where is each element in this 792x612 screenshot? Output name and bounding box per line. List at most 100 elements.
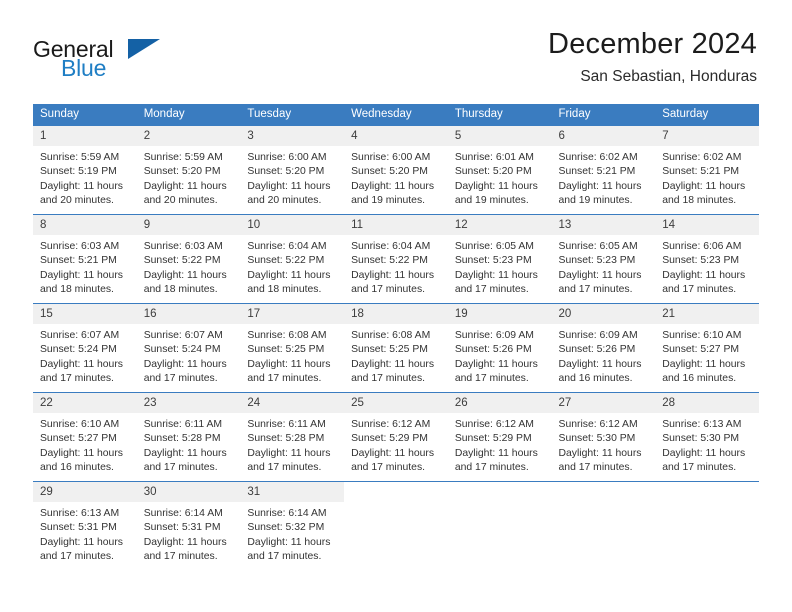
sunset-text: Sunset: 5:19 PM — [40, 166, 117, 178]
day-cell[interactable]: 15 Sunrise: 6:07 AM Sunset: 5:24 PM Dayl… — [33, 303, 137, 393]
day-cell[interactable]: 24 Sunrise: 6:11 AM Sunset: 5:28 PM Dayl… — [240, 392, 345, 482]
daylight-text-line1: Daylight: 11 hours — [247, 269, 331, 281]
day-details: Sunrise: 6:13 AM Sunset: 5:30 PM Dayligh… — [655, 413, 759, 476]
sunrise-text: Sunrise: 6:02 AM — [558, 152, 638, 163]
day-number — [447, 482, 552, 502]
daylight-text-line1: Daylight: 11 hours — [40, 180, 123, 192]
day-number: 16 — [136, 304, 241, 324]
sunrise-text: Sunrise: 6:04 AM — [247, 241, 327, 252]
sunset-text: Sunset: 5:23 PM — [662, 255, 740, 267]
sunset-text: Sunset: 5:29 PM — [454, 433, 532, 445]
daylight-text-line2: and 17 minutes. — [662, 462, 737, 474]
day-cell[interactable]: 16 Sunrise: 6:07 AM Sunset: 5:24 PM Dayl… — [136, 303, 241, 393]
weekday-header-wednesday: Wednesday — [344, 104, 448, 126]
day-number: 31 — [240, 482, 345, 502]
day-cell[interactable]: 10 Sunrise: 6:04 AM Sunset: 5:22 PM Dayl… — [240, 214, 345, 304]
day-cell[interactable]: 30 Sunrise: 6:14 AM Sunset: 5:31 PM Dayl… — [136, 481, 241, 570]
daylight-text-line1: Daylight: 11 hours — [143, 447, 227, 459]
sunset-text: Sunset: 5:25 PM — [351, 344, 428, 356]
day-number: 8 — [33, 215, 137, 235]
sunrise-text: Sunrise: 6:13 AM — [662, 419, 742, 430]
day-cell[interactable]: 22 Sunrise: 6:10 AM Sunset: 5:27 PM Dayl… — [33, 392, 137, 482]
sunset-text: Sunset: 5:20 PM — [247, 166, 325, 178]
sunrise-text: Sunrise: 5:59 AM — [40, 152, 120, 163]
brand-logo[interactable]: General Blue — [33, 36, 233, 86]
day-cell[interactable]: 14 Sunrise: 6:06 AM Sunset: 5:23 PM Dayl… — [655, 214, 759, 304]
day-cell[interactable]: 31 Sunrise: 6:14 AM Sunset: 5:32 PM Dayl… — [240, 481, 345, 570]
day-cell[interactable]: 26 Sunrise: 6:12 AM Sunset: 5:29 PM Dayl… — [447, 392, 552, 482]
sunset-text: Sunset: 5:28 PM — [143, 433, 221, 445]
day-number: 12 — [447, 215, 552, 235]
brand-name-blue: Blue — [61, 55, 107, 81]
triangle-logo-icon — [128, 39, 160, 59]
day-cell[interactable]: 29 Sunrise: 6:13 AM Sunset: 5:31 PM Dayl… — [33, 481, 137, 570]
sunrise-text: Sunrise: 6:12 AM — [351, 419, 431, 430]
day-details: Sunrise: 6:00 AM Sunset: 5:20 PM Dayligh… — [240, 146, 344, 209]
day-number: 6 — [551, 126, 656, 146]
daylight-text-line2: and 17 minutes. — [662, 284, 737, 296]
day-details: Sunrise: 5:59 AM Sunset: 5:19 PM Dayligh… — [33, 146, 137, 209]
day-number: 21 — [655, 304, 759, 324]
sunset-text: Sunset: 5:31 PM — [40, 522, 117, 534]
day-cell[interactable]: 1 Sunrise: 5:59 AM Sunset: 5:19 PM Dayli… — [33, 125, 137, 215]
day-number: 15 — [33, 304, 137, 324]
day-cell-empty — [344, 481, 448, 570]
day-cell[interactable]: 7 Sunrise: 6:02 AM Sunset: 5:21 PM Dayli… — [655, 125, 759, 215]
day-cell[interactable]: 8 Sunrise: 6:03 AM Sunset: 5:21 PM Dayli… — [33, 214, 137, 304]
daylight-text-line2: and 18 minutes. — [143, 284, 218, 296]
day-details: Sunrise: 6:12 AM Sunset: 5:29 PM Dayligh… — [344, 413, 448, 476]
day-cell[interactable]: 13 Sunrise: 6:05 AM Sunset: 5:23 PM Dayl… — [551, 214, 656, 304]
sunset-text: Sunset: 5:29 PM — [351, 433, 428, 445]
page-header: General Blue December 2024 San Sebastian… — [0, 0, 792, 100]
daylight-text-line2: and 16 minutes. — [558, 373, 633, 385]
sunrise-text: Sunrise: 6:07 AM — [40, 330, 120, 341]
day-number — [344, 482, 448, 502]
daylight-text-line2: and 17 minutes. — [40, 551, 114, 563]
daylight-text-line2: and 17 minutes. — [247, 551, 322, 563]
sunset-text: Sunset: 5:23 PM — [454, 255, 532, 267]
day-number: 3 — [240, 126, 345, 146]
sunset-text: Sunset: 5:27 PM — [662, 344, 740, 356]
day-cell[interactable]: 23 Sunrise: 6:11 AM Sunset: 5:28 PM Dayl… — [136, 392, 241, 482]
daylight-text-line2: and 17 minutes. — [143, 551, 218, 563]
page-title: December 2024 — [548, 28, 757, 60]
day-cell[interactable]: 19 Sunrise: 6:09 AM Sunset: 5:26 PM Dayl… — [447, 303, 552, 393]
day-cell[interactable]: 6 Sunrise: 6:02 AM Sunset: 5:21 PM Dayli… — [551, 125, 656, 215]
day-cell[interactable]: 3 Sunrise: 6:00 AM Sunset: 5:20 PM Dayli… — [240, 125, 345, 215]
day-details: Sunrise: 6:01 AM Sunset: 5:20 PM Dayligh… — [448, 146, 552, 209]
sunrise-text: Sunrise: 6:03 AM — [40, 241, 120, 252]
day-cell[interactable]: 5 Sunrise: 6:01 AM Sunset: 5:20 PM Dayli… — [447, 125, 552, 215]
day-cell[interactable]: 20 Sunrise: 6:09 AM Sunset: 5:26 PM Dayl… — [551, 303, 656, 393]
daylight-text-line2: and 19 minutes. — [454, 195, 529, 207]
daylight-text-line2: and 18 minutes. — [662, 195, 737, 207]
daylight-text-line2: and 17 minutes. — [247, 373, 322, 385]
day-cell[interactable]: 12 Sunrise: 6:05 AM Sunset: 5:23 PM Dayl… — [447, 214, 552, 304]
daylight-text-line2: and 17 minutes. — [558, 462, 633, 474]
sunset-text: Sunset: 5:21 PM — [40, 255, 117, 267]
sunrise-text: Sunrise: 6:10 AM — [662, 330, 742, 341]
day-cell[interactable]: 28 Sunrise: 6:13 AM Sunset: 5:30 PM Dayl… — [655, 392, 759, 482]
day-cell[interactable]: 4 Sunrise: 6:00 AM Sunset: 5:20 PM Dayli… — [344, 125, 448, 215]
day-details: Sunrise: 6:13 AM Sunset: 5:31 PM Dayligh… — [33, 502, 137, 565]
day-cell[interactable]: 17 Sunrise: 6:08 AM Sunset: 5:25 PM Dayl… — [240, 303, 345, 393]
page-subtitle: San Sebastian, Honduras — [580, 68, 757, 86]
day-cell[interactable]: 25 Sunrise: 6:12 AM Sunset: 5:29 PM Dayl… — [344, 392, 448, 482]
sunset-text: Sunset: 5:21 PM — [558, 166, 636, 178]
daylight-text-line1: Daylight: 11 hours — [351, 447, 435, 459]
day-cell[interactable]: 9 Sunrise: 6:03 AM Sunset: 5:22 PM Dayli… — [136, 214, 241, 304]
daylight-text-line1: Daylight: 11 hours — [662, 269, 746, 281]
day-cell[interactable]: 2 Sunrise: 5:59 AM Sunset: 5:20 PM Dayli… — [136, 125, 241, 215]
day-cell[interactable]: 27 Sunrise: 6:12 AM Sunset: 5:30 PM Dayl… — [551, 392, 656, 482]
daylight-text-line1: Daylight: 11 hours — [558, 180, 642, 192]
day-cell[interactable]: 11 Sunrise: 6:04 AM Sunset: 5:22 PM Dayl… — [344, 214, 448, 304]
day-cell[interactable]: 18 Sunrise: 6:08 AM Sunset: 5:25 PM Dayl… — [344, 303, 448, 393]
day-number: 22 — [33, 393, 137, 413]
sunrise-text: Sunrise: 6:04 AM — [351, 241, 431, 252]
daylight-text-line2: and 17 minutes. — [454, 284, 529, 296]
sunset-text: Sunset: 5:21 PM — [662, 166, 740, 178]
day-number: 25 — [344, 393, 448, 413]
day-number: 27 — [551, 393, 656, 413]
sunset-text: Sunset: 5:25 PM — [247, 344, 325, 356]
day-cell[interactable]: 21 Sunrise: 6:10 AM Sunset: 5:27 PM Dayl… — [655, 303, 759, 393]
day-details: Sunrise: 6:08 AM Sunset: 5:25 PM Dayligh… — [344, 324, 448, 387]
